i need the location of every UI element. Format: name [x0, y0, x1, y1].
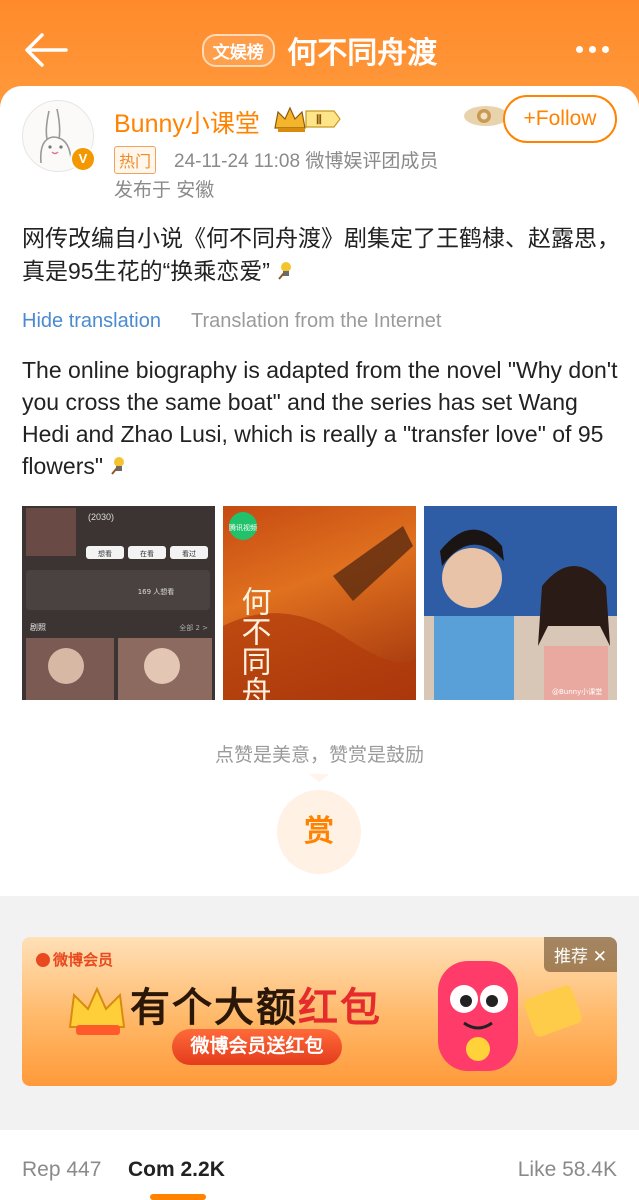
reward-hint: 点赞是美意，赞赏是鼓励: [214, 745, 424, 766]
ad-recommend-close-tag[interactable]: 推荐 ✕: [544, 937, 617, 972]
tab-repost[interactable]: Rep 447: [22, 1158, 101, 1182]
poster-graphic: 腾讯视频 何不同舟渡: [223, 512, 416, 700]
post-image-poster[interactable]: 腾讯视频 何不同舟渡: [223, 506, 416, 700]
lightbulb-emoji-icon: [111, 457, 125, 475]
bottom-action-bar: Rep 447 Com 2.2K Like 58.4K: [0, 1130, 639, 1200]
username[interactable]: Bunny小课堂: [114, 104, 260, 140]
tab-comments[interactable]: Com 2.2K: [128, 1158, 225, 1182]
hot-tag: 热门: [114, 146, 157, 174]
post-text: 网传改编自小说《何不同舟渡》剧集定了王鹤棣、赵露思，真是95生花的“换乘恋爱”: [22, 222, 622, 288]
image-text-watching: 在看: [140, 549, 154, 558]
follow-button[interactable]: +Follow: [503, 95, 617, 143]
ad-brand: 微博会员: [36, 949, 113, 970]
image-text-stills: 剧照: [30, 623, 46, 632]
ad-banner[interactable]: 微博会员 有个大额红包 微博会员送红包 推荐 ✕: [22, 937, 617, 1086]
translation-source: Translation from the Internet: [191, 310, 442, 332]
reward-button[interactable]: 赏: [277, 790, 361, 874]
post-location: 发布于 安徽: [114, 180, 215, 201]
image-text-watermark: 腾讯视频: [229, 523, 257, 532]
hide-translation-link[interactable]: Hide translation: [22, 310, 161, 333]
page-title: 何不同舟渡: [287, 37, 438, 70]
image-text-art: 何不同舟渡: [236, 586, 271, 700]
drama-info-screenshot-graphic: (2030) 想看 在看 看过 169 人想看 剧照 全部 2 >: [22, 506, 215, 700]
post-image-actors[interactable]: @Bunny小课堂: [424, 506, 617, 700]
post-text-content: 网传改编自小说《何不同舟渡》剧集定了王鹤棣、赵露思，真是95生花的“换乘恋爱”: [22, 225, 620, 284]
dot-icon: [576, 46, 583, 53]
actors-photo-graphic: @Bunny小课堂: [424, 506, 617, 700]
tab-likes[interactable]: Like 58.4K: [518, 1158, 617, 1182]
image-text-count: 169 人想看: [138, 587, 175, 596]
ad-brand-text: 微博会员: [53, 952, 114, 969]
more-options-button[interactable]: [573, 40, 617, 60]
post-time-and-role: 24-11-24 11:08 微博娱评团成员: [174, 151, 439, 172]
dot-icon: [589, 46, 596, 53]
title-area: 文娱榜 何不同舟渡: [0, 28, 639, 72]
crown-icon: [68, 986, 126, 1035]
image-text-watermark: @Bunny小课堂: [552, 687, 602, 696]
ad-cta-pill[interactable]: 微博会员送红包: [172, 1029, 342, 1065]
level-badge-text: Ⅱ: [316, 112, 322, 127]
ad-headline: 有个大额红包: [130, 975, 382, 1033]
vip-crown-icon: Ⅱ: [274, 106, 341, 132]
ad-headline-prefix: 有个大额: [130, 986, 298, 1030]
dot-icon: [602, 46, 609, 53]
verified-badge: V: [70, 146, 96, 172]
image-text-year: (2030): [88, 512, 114, 522]
active-tab-indicator: [150, 1194, 206, 1200]
reward-pointer: [309, 774, 329, 782]
image-text-want: 想看: [98, 549, 112, 558]
weibo-logo-icon: [36, 953, 50, 967]
ad-headline-highlight: 红包: [298, 986, 382, 1030]
lightbulb-emoji-icon: [278, 262, 292, 280]
image-text-all: 全部 2 >: [179, 623, 208, 632]
channel-badge[interactable]: 文娱榜: [201, 33, 275, 67]
translated-text: The online biography is adapted from the…: [22, 354, 622, 482]
post-image-drama-info[interactable]: (2030) 想看 在看 看过 169 人想看 剧照 全部 2 >: [22, 506, 215, 700]
image-text-watched: 看过: [182, 549, 196, 558]
